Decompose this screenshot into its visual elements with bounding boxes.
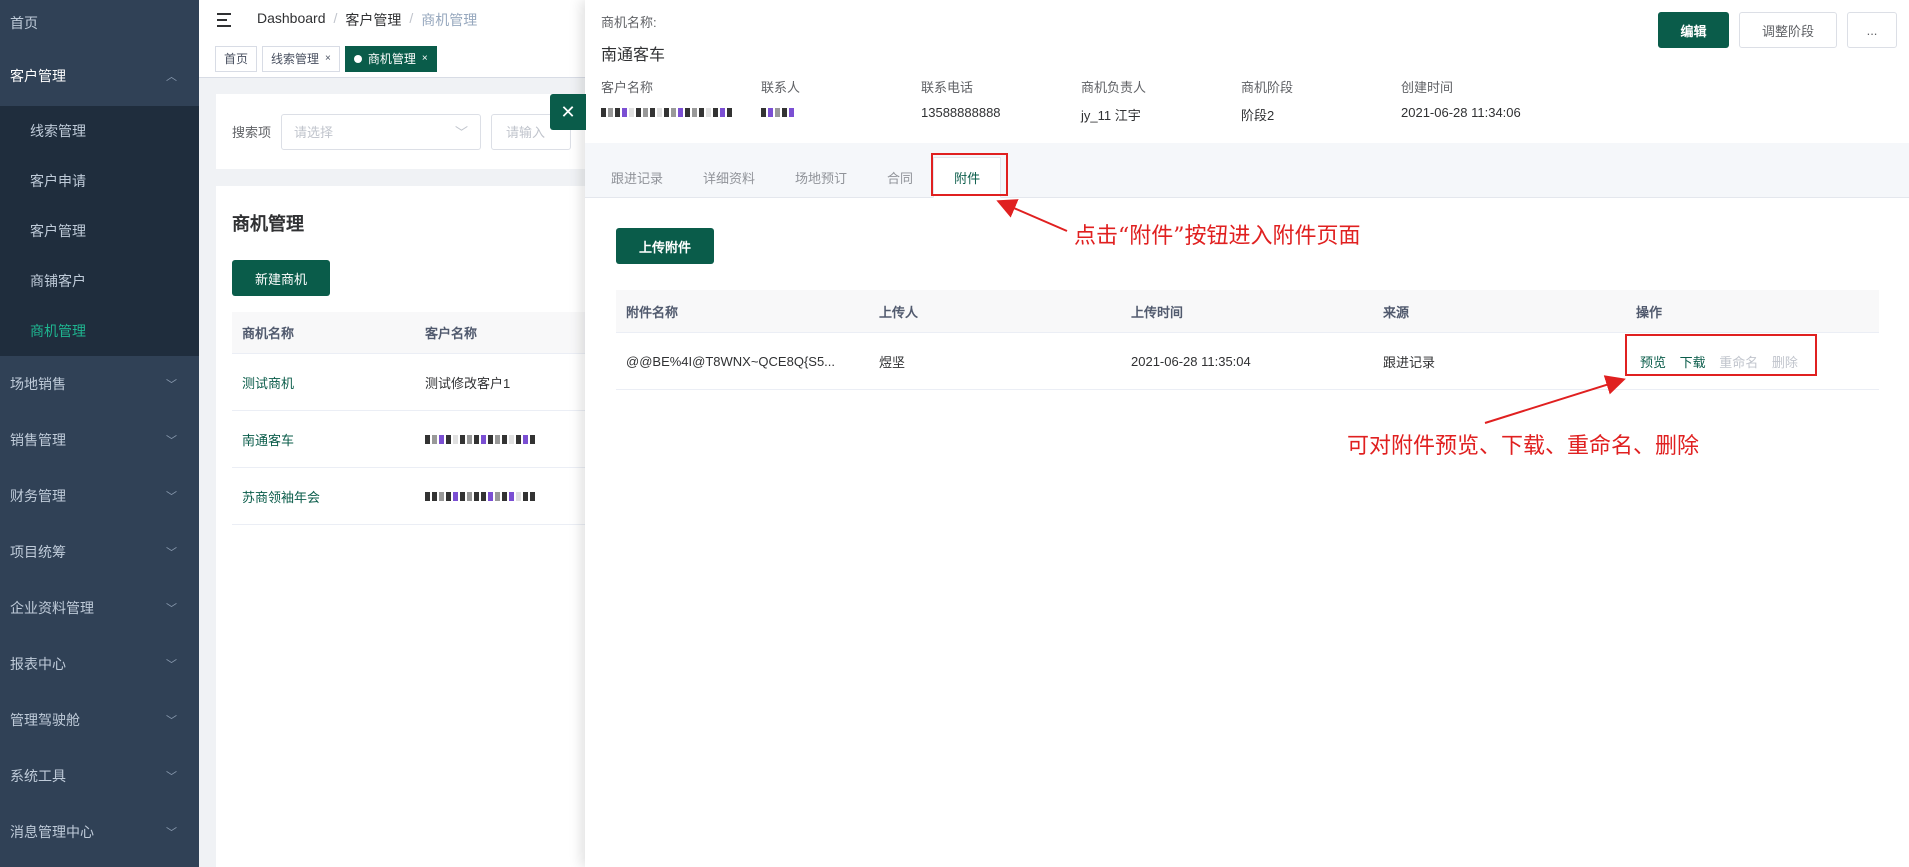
stage-value: 阶段2: [1241, 108, 1275, 123]
active-dot-icon: [353, 54, 362, 63]
close-drawer-button[interactable]: ✕: [550, 94, 586, 130]
table-header: 商机名称 客户名称: [232, 312, 600, 354]
drawer-header: 商机名称: 南通客车 编辑 调整阶段 ... 客户名称 联系人 联系电话 1358…: [585, 0, 1909, 143]
more-button[interactable]: ...: [1847, 12, 1897, 48]
sidebar: 首页 客户管理 ︿ 线索管理 客户申请 客户管理 商铺客户 商机管理 场地销售 ﹀ …: [0, 0, 199, 867]
attachment-uploader: 煜坚: [879, 354, 906, 370]
sidebar-item-home[interactable]: 首页: [0, 0, 199, 46]
upload-attachment-button[interactable]: 上传附件: [616, 228, 714, 264]
opportunity-list-card: 商机管理 新建商机 商机名称 客户名称 测试商机 测试修改客户1 南通客车 苏商…: [216, 186, 616, 867]
table-row: 南通客车: [232, 411, 600, 468]
tab-contract[interactable]: 合同: [867, 157, 933, 197]
contact-value: [761, 105, 921, 121]
created-time-value: 2021-06-28 11:34:06: [1401, 105, 1521, 120]
new-opportunity-button[interactable]: 新建商机: [232, 260, 330, 296]
breadcrumb-customer-mgmt[interactable]: 客户管理: [345, 10, 401, 30]
adjust-stage-button[interactable]: 调整阶段: [1739, 12, 1837, 48]
page-title: 商机管理: [232, 214, 304, 234]
opportunity-link[interactable]: 南通客车: [242, 433, 294, 448]
breadcrumb-dashboard[interactable]: Dashboard: [257, 10, 326, 30]
breadcrumb-opportunities: 商机管理: [421, 12, 478, 28]
detail-tabs: 跟进记录 详细资料 场地预订 合同 附件: [585, 143, 1909, 198]
redacted-mosaic: [425, 491, 535, 501]
sidebar-item-messages[interactable]: 消息管理中心 ﹀: [0, 804, 199, 860]
sidebar-item-venue-sales[interactable]: 场地销售 ﹀: [0, 356, 199, 412]
tag-leads[interactable]: 线索管理 ×: [262, 45, 340, 72]
sidebar-item-reports[interactable]: 报表中心 ﹀: [0, 636, 199, 692]
annotation-tab-note: 点击“附件”按钮进入附件页面: [1074, 224, 1361, 249]
chevron-down-icon: ﹀: [166, 603, 177, 615]
sidebar-subitem-leads[interactable]: 线索管理: [0, 106, 199, 156]
tab-follow-up[interactable]: 跟进记录: [591, 157, 683, 197]
sidebar-item-customer-mgmt[interactable]: 客户管理 ︿: [0, 46, 199, 106]
opportunity-detail-drawer: 商机名称: 南通客车 编辑 调整阶段 ... 客户名称 联系人 联系电话 1358…: [585, 0, 1909, 867]
chevron-down-icon: ﹀: [166, 659, 177, 671]
close-icon[interactable]: ×: [422, 53, 428, 64]
annotation-box-tab: [931, 153, 1008, 196]
attachment-time: 2021-06-28 11:35:04: [1131, 353, 1251, 369]
chevron-down-icon: ﹀: [166, 715, 177, 727]
sidebar-subitem-customer-apply[interactable]: 客户申请: [0, 156, 199, 206]
sidebar-item-enterprise-docs[interactable]: 企业资料管理 ﹀: [0, 580, 199, 636]
breadcrumb: Dashboard / 客户管理 / 商机管理: [257, 10, 478, 30]
sidebar-item-cockpit[interactable]: 管理驾驶舱 ﹀: [0, 692, 199, 748]
table-row: 测试商机 测试修改客户1: [232, 354, 600, 411]
opportunity-table: 商机名称 客户名称 测试商机 测试修改客户1 南通客车 苏商领袖年会: [232, 312, 600, 525]
search-label: 搜索项: [232, 125, 272, 140]
table-header: 附件名称 上传人 上传时间 来源 操作: [616, 290, 1879, 333]
customer-name-value: [601, 105, 761, 121]
tag-opportunities[interactable]: 商机管理 ×: [344, 45, 437, 72]
attachment-source: 跟进记录: [1383, 354, 1436, 370]
tab-details[interactable]: 详细资料: [683, 157, 775, 197]
sidebar-subitem-shop-customers[interactable]: 商铺客户: [0, 256, 199, 306]
chevron-down-icon: ﹀: [166, 771, 177, 783]
header-actions: 编辑 调整阶段 ...: [1658, 12, 1897, 48]
chevron-down-icon: ﹀: [166, 379, 177, 391]
opportunity-link[interactable]: 测试商机: [242, 376, 294, 391]
sidebar-item-finance[interactable]: 财务管理 ﹀: [0, 468, 199, 524]
chevron-down-icon: ﹀: [166, 547, 177, 559]
edit-button[interactable]: 编辑: [1658, 12, 1729, 48]
sidebar-item-project[interactable]: 项目统筹 ﹀: [0, 524, 199, 580]
chevron-down-icon: ﹀: [166, 435, 177, 447]
owner-value: jy_11 江宇: [1081, 108, 1141, 123]
menu-fold-icon[interactable]: [217, 13, 235, 27]
tab-venue-booking[interactable]: 场地预订: [775, 157, 867, 197]
chevron-down-icon: ﹀: [166, 827, 177, 839]
search-field-select[interactable]: 请选择 ﹀: [281, 113, 482, 150]
chevron-down-icon: ﹀: [166, 491, 177, 503]
attachment-name: @@BE%4I@T8WNX~QCE8Q{S5...: [626, 353, 836, 369]
sidebar-item-sales-mgmt[interactable]: 销售管理 ﹀: [0, 412, 199, 468]
close-icon[interactable]: ×: [325, 53, 331, 64]
opportunity-info: 客户名称 联系人 联系电话 13588888888 商机负责人 jy_11 江宇 商…: [601, 77, 1893, 123]
table-row: 苏商领袖年会: [232, 468, 600, 525]
chevron-down-icon: ﹀: [455, 125, 469, 140]
annotation-ops-note: 可对附件预览、下载、重命名、删除: [1347, 434, 1700, 459]
close-icon: ✕: [560, 101, 576, 122]
tag-home[interactable]: 首页: [215, 45, 258, 72]
sidebar-subitem-customers[interactable]: 客户管理: [0, 206, 199, 256]
sidebar-subitem-opportunities[interactable]: 商机管理: [0, 306, 199, 356]
sidebar-submenu: 线索管理 客户申请 客户管理 商铺客户 商机管理: [0, 106, 199, 356]
sidebar-item-system-tools[interactable]: 系统工具 ﹀: [0, 748, 199, 804]
redacted-mosaic: [761, 108, 794, 117]
redacted-mosaic: [601, 108, 732, 117]
opportunity-link[interactable]: 苏商领袖年会: [242, 490, 320, 505]
redacted-mosaic: [425, 434, 535, 444]
chevron-up-icon: ︿: [166, 71, 177, 83]
annotation-box-ops: [1625, 334, 1817, 376]
phone-value: 13588888888: [921, 105, 1001, 120]
